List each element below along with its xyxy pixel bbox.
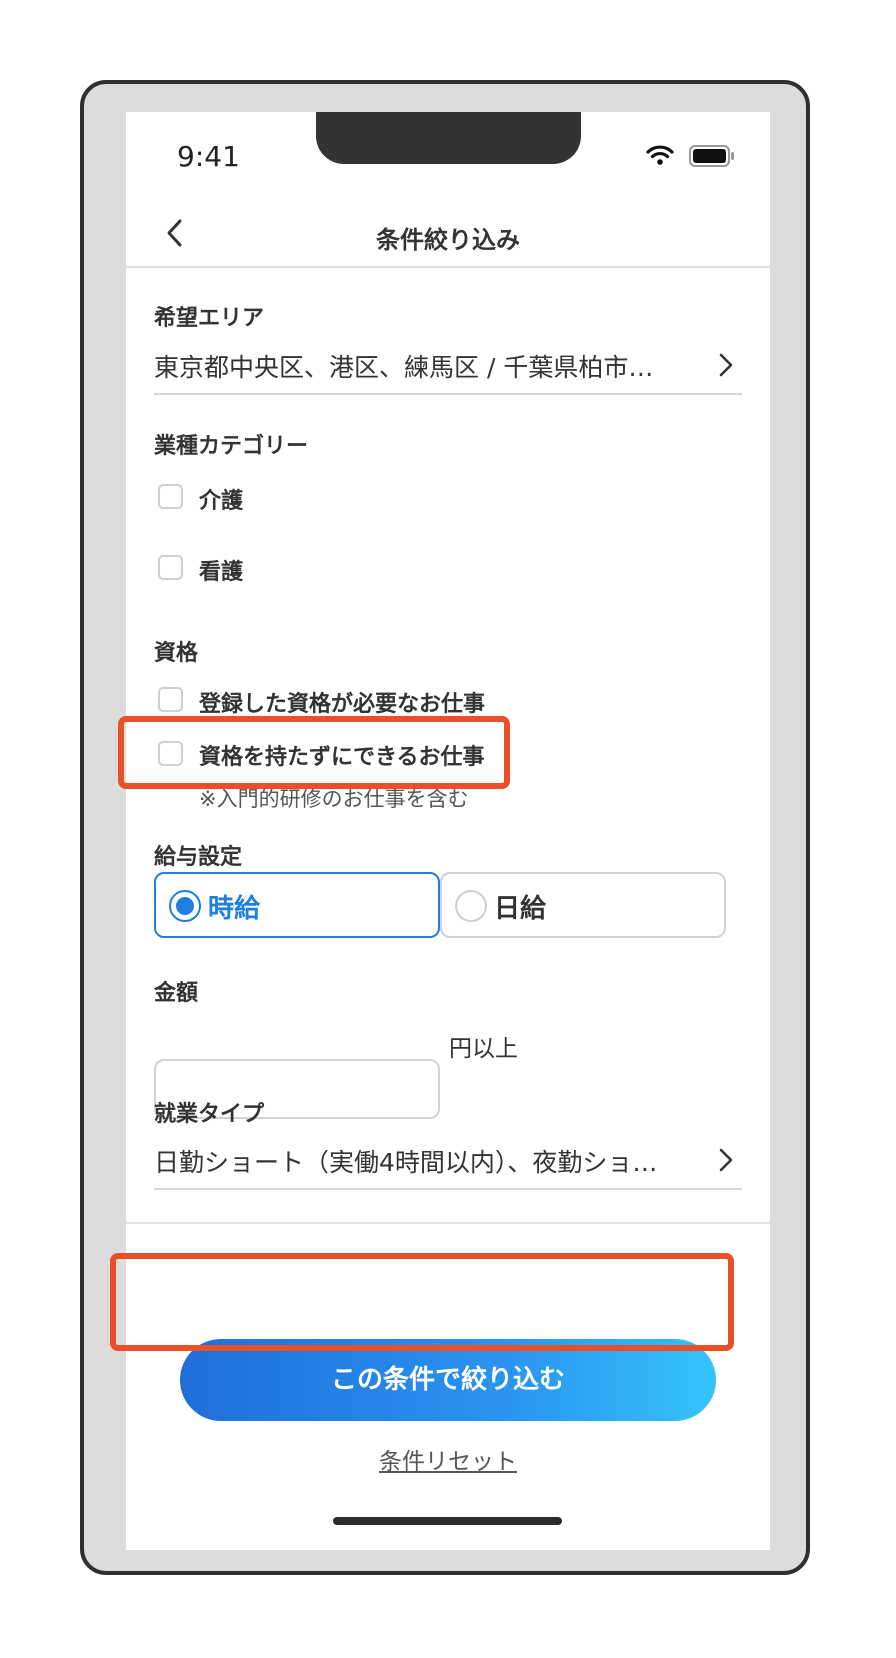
amount-unit: 円以上 bbox=[449, 1036, 518, 1062]
amount-label: 金額 bbox=[154, 981, 199, 1006]
apply-filter-button[interactable]: この条件で絞り込む bbox=[180, 1339, 716, 1421]
salary-label: 給与設定 bbox=[154, 845, 243, 870]
radio-hourly-label: 時給 bbox=[208, 894, 261, 924]
notch bbox=[316, 112, 581, 164]
radio-daily-label: 日給 bbox=[494, 894, 547, 924]
checkbox-nursing-label[interactable]: 看護 bbox=[199, 554, 243, 586]
battery-icon bbox=[689, 145, 735, 171]
radio-unselected-icon bbox=[455, 890, 487, 922]
reset-filter-link[interactable]: 条件リセット bbox=[126, 1442, 770, 1476]
page-title: 条件絞り込み bbox=[376, 226, 520, 254]
highlight-no-qualification bbox=[118, 716, 510, 789]
work-type-value: 日勤ショート（実働4時間以内）、夜勤ショ… bbox=[154, 1148, 658, 1177]
checkbox-qualification-required-label[interactable]: 登録した資格が必要なお仕事 bbox=[199, 686, 485, 718]
radio-daily[interactable]: 日給 bbox=[440, 872, 726, 938]
checkbox-care-label[interactable]: 介護 bbox=[199, 483, 243, 515]
radio-hourly[interactable]: 時給 bbox=[154, 872, 440, 938]
home-indicator bbox=[333, 1517, 562, 1525]
wifi-icon bbox=[646, 144, 674, 170]
checkbox-qualification-required[interactable] bbox=[158, 687, 183, 712]
header-divider bbox=[126, 266, 770, 268]
work-type-underline bbox=[154, 1188, 742, 1190]
chevron-right-icon bbox=[719, 1148, 733, 1172]
work-type-label: 就業タイプ bbox=[154, 1102, 265, 1127]
footer-divider bbox=[126, 1222, 770, 1224]
area-underline bbox=[154, 393, 742, 395]
qualification-label: 資格 bbox=[154, 641, 199, 666]
checkbox-care[interactable] bbox=[158, 484, 183, 509]
status-time: 9:41 bbox=[177, 140, 240, 173]
area-value: 東京都中央区、港区、練馬区 / 千葉県柏市… bbox=[154, 353, 654, 382]
radio-selected-icon bbox=[169, 890, 201, 922]
category-label: 業種カテゴリー bbox=[154, 434, 309, 459]
checkbox-nursing[interactable] bbox=[158, 555, 183, 580]
area-selector[interactable]: 東京都中央区、港区、練馬区 / 千葉県柏市… bbox=[154, 344, 742, 394]
work-type-selector[interactable]: 日勤ショート（実働4時間以内）、夜勤ショ… bbox=[154, 1139, 742, 1189]
highlight-apply-button bbox=[110, 1253, 734, 1351]
chevron-right-icon bbox=[719, 353, 733, 377]
area-label: 希望エリア bbox=[154, 306, 265, 331]
